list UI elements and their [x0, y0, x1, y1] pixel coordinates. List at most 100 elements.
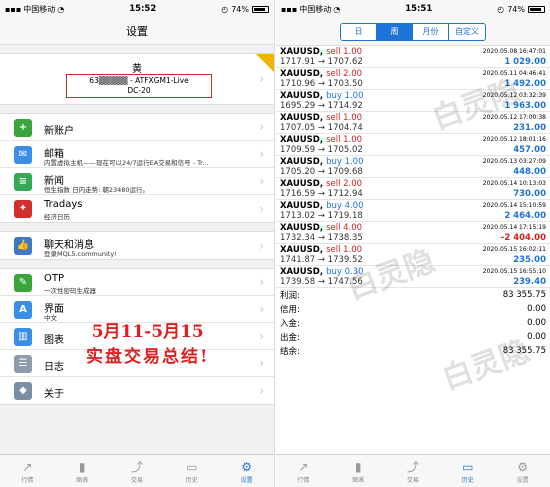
settings-item[interactable]: + 新账户 ›: [0, 114, 274, 141]
period-tab[interactable]: 自定义: [449, 23, 485, 40]
deal-profit: 448.00: [513, 167, 546, 177]
settings-item[interactable]: 👍 聊天和消息 登录MQL5.community! ›: [0, 232, 274, 259]
deal-prices: 1717.91 → 1707.62: [280, 57, 363, 67]
history-icon: ▭: [462, 460, 474, 474]
thumbs-up-icon: 👍: [14, 237, 32, 255]
deal-action: buy 0.30: [326, 267, 364, 277]
deal-prices: 1741.87 → 1739.52: [280, 255, 363, 265]
deal-prices: 1716.59 → 1712.94: [280, 189, 363, 199]
deal-row[interactable]: XAUUSD, sell 4.00 2020.05.14 17:15:19 17…: [276, 222, 550, 244]
tab-gear[interactable]: ⚙ 设置: [495, 455, 550, 487]
deal-action: sell 1.00: [326, 47, 363, 57]
account-number: 63▒▒▒▒▒ - ATFXGM1-Live: [89, 76, 189, 85]
tab-candles[interactable]: ▮ 图表: [55, 455, 110, 487]
settings-item[interactable]: ✦ Tradays 经济日历 ›: [0, 195, 274, 222]
deal-symbol: XAUUSD, buy 0.30: [280, 267, 364, 277]
tab-gear[interactable]: ⚙ 设置: [219, 455, 274, 487]
account-box: 63▒▒▒▒▒ - ATFXGM1-Live DC-20: [66, 74, 212, 98]
alarm-icon: ◴: [497, 4, 505, 14]
deal-action: sell 1.00: [326, 135, 363, 145]
period-tab[interactable]: 月份: [413, 23, 449, 40]
history-screen: ▪▪▪ 中国移动 ◔ 15:51 ◴ 74% 日周月份 自定义 XAUUSD, sell…: [276, 0, 550, 487]
tab-candles[interactable]: ▮ 图表: [331, 455, 386, 487]
status-bar: ▪▪▪ 中国移动 ◔ 15:52 ◴ 74%: [0, 0, 274, 18]
summary-label: 信用:: [280, 305, 300, 315]
summary-row: 出金: 0.00: [280, 330, 546, 344]
tab-history[interactable]: ▭ 历史: [440, 455, 495, 487]
settings-item-subtitle: 内置虚拟主机——现在可以24/7运行EA交易和信号 - Tr...: [44, 159, 209, 167]
settings-item-title: 图表: [44, 335, 64, 346]
settings-item-subtitle: 一次性密码生成器: [44, 287, 96, 295]
summary-row: 入金: 0.00: [280, 316, 546, 330]
deal-row[interactable]: XAUUSD, sell 2.00 2020.05.14 10:13:03 17…: [276, 178, 550, 200]
deal-action: buy 1.00: [326, 91, 364, 101]
deal-profit: 1 492.00: [504, 79, 546, 89]
period-tab[interactable]: 周: [377, 23, 413, 40]
add-user-icon: +: [14, 119, 32, 137]
deal-row[interactable]: XAUUSD, sell 1.00 2020.05.12 17:00:38 17…: [276, 112, 550, 134]
trade-icon: ⤴: [130, 460, 143, 474]
deal-row[interactable]: XAUUSD, buy 1.00 2020.05.12 03:32:39 169…: [276, 90, 550, 112]
key-icon: ✎: [14, 274, 32, 292]
chevron-right-icon: ›: [259, 302, 264, 316]
summary-row: 信用: 0.00: [280, 302, 546, 316]
account-profile[interactable]: 黄 63▒▒▒▒▒ - ATFXGM1-Live DC-20 ›: [0, 53, 274, 105]
tab-trade[interactable]: ⤴ 交易: [386, 455, 441, 487]
settings-item[interactable]: ≡ 新闻 恒生指数 日内走势: 朝23480运行。 ›: [0, 168, 274, 195]
deal-action: sell 1.00: [326, 113, 363, 123]
summary-row: 利润: 83 355.75: [280, 288, 546, 302]
summary-value: 0.00: [527, 304, 546, 314]
deal-symbol: XAUUSD, sell 1.00: [280, 47, 363, 57]
deal-row[interactable]: XAUUSD, buy 1.00 2020.05.13 03:27:09 170…: [276, 156, 550, 178]
battery-percent: 74%: [507, 4, 525, 14]
summary-label: 利润:: [280, 291, 300, 301]
deals-list: XAUUSD, sell 1.00 2020.05.08 16:47:01 17…: [276, 46, 550, 288]
settings-item[interactable]: ✉ 邮箱 内置虚拟主机——现在可以24/7运行EA交易和信号 - Tr... ›: [0, 141, 274, 168]
deal-row[interactable]: XAUUSD, sell 1.00 2020.05.08 16:47:01 17…: [276, 46, 550, 68]
tab-history[interactable]: ▭ 历史: [164, 455, 219, 487]
deal-symbol: XAUUSD, buy 1.00: [280, 157, 364, 167]
quotes-icon: ↗: [298, 460, 309, 474]
period-selector: 日周月份 自定义: [276, 18, 550, 46]
news-icon: ≡: [14, 173, 32, 191]
settings-item[interactable]: ✎ OTP 一次性密码生成器 ›: [0, 269, 274, 296]
tradays-icon: ✦: [14, 200, 32, 218]
language-icon: A: [14, 301, 32, 319]
account-server: DC-20: [127, 86, 151, 95]
deal-row[interactable]: XAUUSD, buy 0.30 2020.05.15 16:55:10 173…: [276, 266, 550, 288]
page-title: 设置: [0, 18, 274, 45]
deal-row[interactable]: XAUUSD, sell 2.00 2020.05.11 04:46:41 17…: [276, 68, 550, 90]
period-tab[interactable]: 日: [341, 23, 377, 40]
settings-item-subtitle: 经济日历: [44, 213, 70, 221]
deal-time: 2020.05.14 10:13:03: [482, 180, 546, 187]
settings-item-subtitle: 登录MQL5.community!: [44, 250, 117, 258]
settings-item[interactable]: A 界面 中文 ›: [0, 296, 274, 323]
tab-label: 设置: [516, 477, 529, 484]
settings-item[interactable]: ◆ 关于 ›: [0, 377, 274, 404]
deal-row[interactable]: XAUUSD, buy 4.00 2020.05.14 15:10:59 171…: [276, 200, 550, 222]
deal-time: 2020.05.15 16:55:10: [482, 268, 546, 275]
chevron-right-icon: ›: [259, 201, 264, 216]
summary-value: 0.00: [527, 332, 546, 342]
settings-screen: ▪▪▪ 中国移动 ◔ 15:52 ◴ 74% 设置 黄 63▒▒▒▒▒ - ATFXG…: [0, 0, 275, 487]
alarm-icon: ◴: [221, 4, 229, 14]
deal-row[interactable]: XAUUSD, sell 1.00 2020.05.12 18:01:16 17…: [276, 134, 550, 156]
settings-item-subtitle: 恒生指数 日内走势: 朝23480运行。: [44, 186, 149, 194]
deal-action: buy 4.00: [326, 201, 364, 211]
chevron-right-icon: ›: [259, 329, 264, 343]
tab-bar: ↗ 行情 ▮ 图表 ⤴ 交易 ▭ 历史 ⚙ 设置: [276, 454, 550, 487]
deal-symbol: XAUUSD, buy 4.00: [280, 201, 364, 211]
battery-percent: 74%: [231, 4, 249, 14]
tab-quotes[interactable]: ↗ 行情: [0, 455, 55, 487]
tab-trade[interactable]: ⤴ 交易: [110, 455, 165, 487]
deal-time: 2020.05.14 15:10:59: [482, 202, 546, 209]
summary-label: 结余:: [280, 347, 300, 357]
mail-icon: ✉: [14, 146, 32, 164]
deal-action: sell 1.00: [326, 245, 363, 255]
settings-group-chat: 👍 聊天和消息 登录MQL5.community! ›: [0, 231, 274, 260]
tab-quotes[interactable]: ↗ 行情: [276, 455, 331, 487]
wifi-icon: ◔: [57, 4, 65, 14]
chevron-right-icon: ›: [259, 120, 264, 134]
summary-value: 83 355.75: [502, 346, 546, 356]
deal-row[interactable]: XAUUSD, sell 1.00 2020.05.15 16:02:11 17…: [276, 244, 550, 266]
